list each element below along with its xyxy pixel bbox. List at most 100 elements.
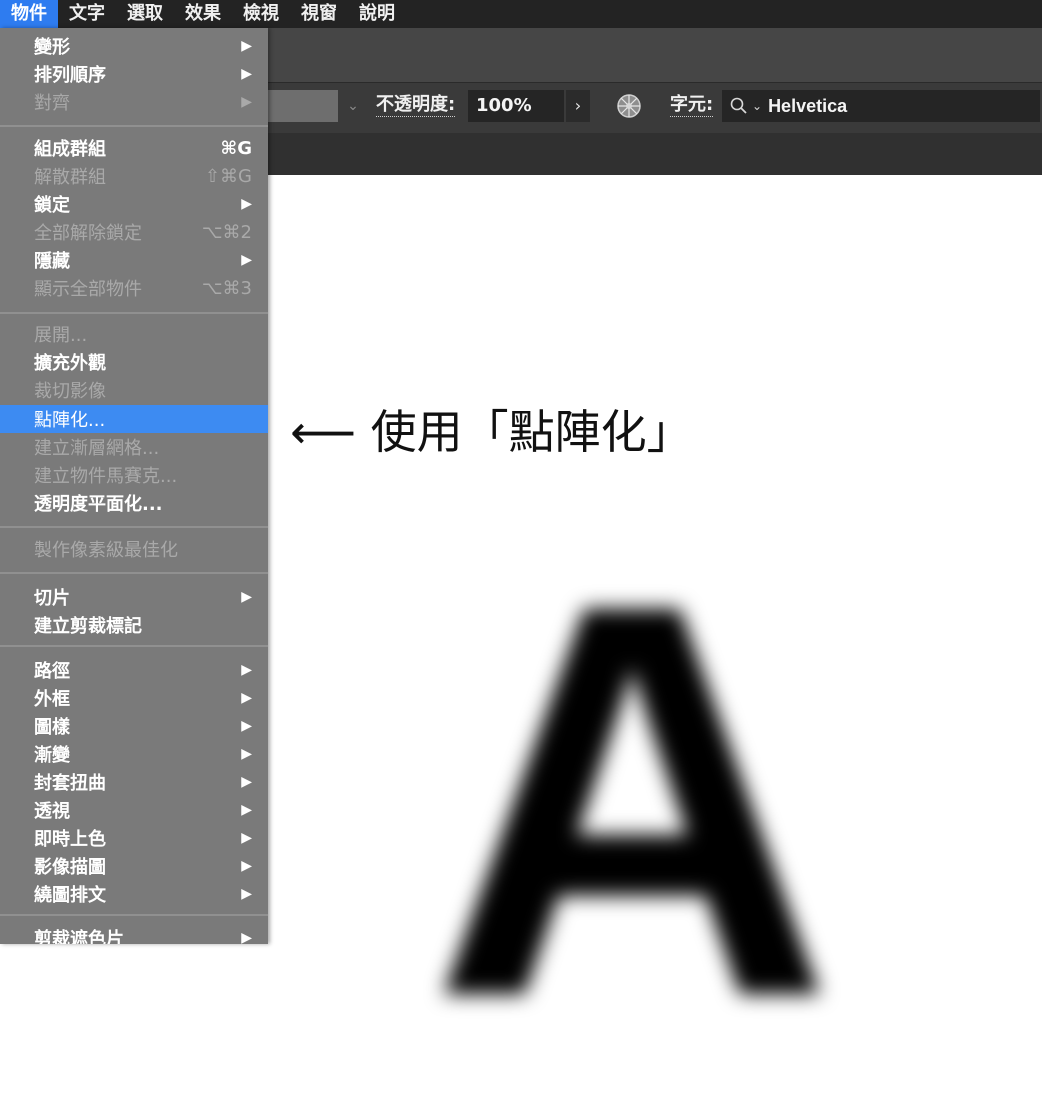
menu-item-expand-appearance[interactable]: 擴充外觀 [0, 348, 268, 376]
submenu-arrow-icon: ▶ [241, 858, 252, 874]
menu-item-label: 繞圖排文 [34, 885, 106, 906]
menu-item-shape[interactable]: 外框 ▶ [0, 684, 268, 712]
menu-item-label: 展開... [34, 325, 88, 346]
menu-item-image-trace[interactable]: 影像描圖 ▶ [0, 852, 268, 880]
rasterized-letter: A [430, 487, 835, 1113]
menu-item-label: 解散群組 [34, 167, 106, 188]
menu-item-align[interactable]: 對齊 ▶ [0, 88, 268, 116]
menu-item-label: 裁切影像 [34, 381, 106, 402]
menu-item-ungroup[interactable]: 解散群組 ⇧⌘G [0, 162, 268, 190]
submenu-arrow-icon: ▶ [241, 38, 252, 54]
submenu-arrow-icon: ▶ [241, 252, 252, 268]
menu-item-label: 外框 [34, 689, 70, 710]
menu-item-perspective[interactable]: 透視 ▶ [0, 796, 268, 824]
menu-item-transform[interactable]: 變形 ▶ [0, 32, 268, 60]
menubar-item-effect[interactable]: 效果 [174, 0, 232, 28]
menu-item-label: 圖樣 [34, 717, 70, 738]
menu-separator [0, 312, 268, 314]
menu-item-label: 影像描圖 [34, 857, 106, 878]
menu-separator [0, 526, 268, 528]
menu-item-label: 建立物件馬賽克... [34, 466, 178, 487]
submenu-arrow-icon: ▶ [241, 746, 252, 762]
menubar: 物件 文字 選取 效果 檢視 視窗 說明 [0, 0, 1042, 28]
font-family-field[interactable]: ⌄ Helvetica [722, 90, 1040, 122]
menu-item-label: 切片 [34, 588, 70, 609]
menu-item-label: 透視 [34, 801, 70, 822]
menu-item-label: 剪裁遮色片 [34, 929, 124, 944]
menu-item-pattern[interactable]: 圖樣 ▶ [0, 712, 268, 740]
menu-item-shortcut: ⌥⌘3 [201, 277, 252, 299]
menu-item-label: 隱藏 [34, 251, 70, 272]
menu-item-label: 組成群組 [34, 139, 106, 160]
submenu-arrow-icon: ▶ [241, 930, 252, 944]
menu-item-rasterize[interactable]: 點陣化... [0, 405, 268, 433]
menu-item-label: 製作像素級最佳化 [34, 540, 178, 561]
menu-item-live-paint[interactable]: 即時上色 ▶ [0, 824, 268, 852]
menu-item-path[interactable]: 路徑 ▶ [0, 656, 268, 684]
submenu-arrow-icon: ▶ [241, 886, 252, 902]
menubar-item-view[interactable]: 檢視 [232, 0, 290, 28]
menu-separator [0, 572, 268, 574]
chevron-down-icon[interactable]: ⌄ [752, 99, 762, 113]
menu-item-label: 封套扭曲 [34, 773, 106, 794]
menu-item-crop-image[interactable]: 裁切影像 [0, 376, 268, 404]
menu-item-lock[interactable]: 鎖定 ▶ [0, 190, 268, 218]
menubar-item-select[interactable]: 選取 [116, 0, 174, 28]
menu-item-label: 建立漸層網格... [34, 438, 160, 459]
menu-item-make-pixel-perfect[interactable]: 製作像素級最佳化 [0, 535, 268, 563]
menu-item-shortcut: ⌘G [220, 137, 252, 159]
menu-item-label: 排列順序 [34, 65, 106, 86]
menu-item-expand[interactable]: 展開... [0, 320, 268, 348]
stroke-swatch-field[interactable] [268, 90, 338, 122]
object-menu-dropdown: 變形 ▶ 排列順序 ▶ 對齊 ▶ 組成群組 ⌘G 解散群組 ⇧⌘G 鎖定 ▶ 全… [0, 28, 268, 944]
submenu-arrow-icon: ▶ [241, 690, 252, 706]
menu-item-hide[interactable]: 隱藏 ▶ [0, 246, 268, 274]
submenu-arrow-icon: ▶ [241, 66, 252, 82]
submenu-arrow-icon: ▶ [241, 589, 252, 605]
menu-item-blend[interactable]: 漸變 ▶ [0, 740, 268, 768]
menu-item-label: 變形 [34, 37, 70, 58]
menubar-item-help[interactable]: 說明 [348, 0, 406, 28]
menu-item-show-all[interactable]: 顯示全部物件 ⌥⌘3 [0, 274, 268, 302]
opacity-expand-button[interactable]: › [566, 90, 590, 122]
menu-item-create-trim-marks[interactable]: 建立剪裁標記 [0, 611, 268, 639]
menubar-item-object[interactable]: 物件 [0, 0, 58, 28]
menu-item-label: 透明度平面化... [34, 494, 163, 515]
menu-item-label: 路徑 [34, 661, 70, 682]
menu-item-arrange[interactable]: 排列順序 ▶ [0, 60, 268, 88]
menubar-item-type[interactable]: 文字 [58, 0, 116, 28]
menu-item-label: 即時上色 [34, 829, 106, 850]
menu-item-label: 點陣化... [34, 410, 106, 431]
menu-item-create-gradient-mesh[interactable]: 建立漸層網格... [0, 433, 268, 461]
search-icon [730, 97, 747, 114]
opacity-input[interactable]: 100% [468, 90, 564, 122]
menu-item-create-object-mosaic[interactable]: 建立物件馬賽克... [0, 461, 268, 489]
character-label[interactable]: 字元: [670, 94, 714, 117]
menu-item-label: 鎖定 [34, 195, 70, 216]
submenu-arrow-icon: ▶ [241, 196, 252, 212]
submenu-arrow-icon: ▶ [241, 718, 252, 734]
menu-item-flatten-transparency[interactable]: 透明度平面化... [0, 489, 268, 517]
menu-item-slice[interactable]: 切片 ▶ [0, 583, 268, 611]
menubar-item-window[interactable]: 視窗 [290, 0, 348, 28]
submenu-arrow-icon: ▶ [241, 662, 252, 678]
recolor-artwork-icon[interactable] [616, 93, 642, 119]
menu-item-clipping-mask[interactable]: 剪裁遮色片 ▶ [0, 924, 268, 944]
menu-item-text-wrap[interactable]: 繞圖排文 ▶ [0, 880, 268, 908]
menu-separator [0, 125, 268, 127]
menu-separator [0, 645, 268, 647]
submenu-arrow-icon: ▶ [241, 830, 252, 846]
menu-item-shortcut: ⇧⌘G [204, 165, 252, 187]
menu-item-unlock-all[interactable]: 全部解除鎖定 ⌥⌘2 [0, 218, 268, 246]
menu-item-group[interactable]: 組成群組 ⌘G [0, 134, 268, 162]
menu-item-label: 顯示全部物件 [34, 279, 142, 300]
chevron-down-icon[interactable]: ⌄ [340, 90, 366, 122]
menu-separator [0, 914, 268, 916]
menu-item-label: 擴充外觀 [34, 353, 106, 374]
menu-item-label: 對齊 [34, 93, 70, 114]
annotation-text: ⟵ 使用「點陣化」 [290, 405, 693, 459]
submenu-arrow-icon: ▶ [241, 774, 252, 790]
menu-item-envelope-distort[interactable]: 封套扭曲 ▶ [0, 768, 268, 796]
submenu-arrow-icon: ▶ [241, 802, 252, 818]
opacity-label[interactable]: 不透明度: [376, 94, 456, 117]
